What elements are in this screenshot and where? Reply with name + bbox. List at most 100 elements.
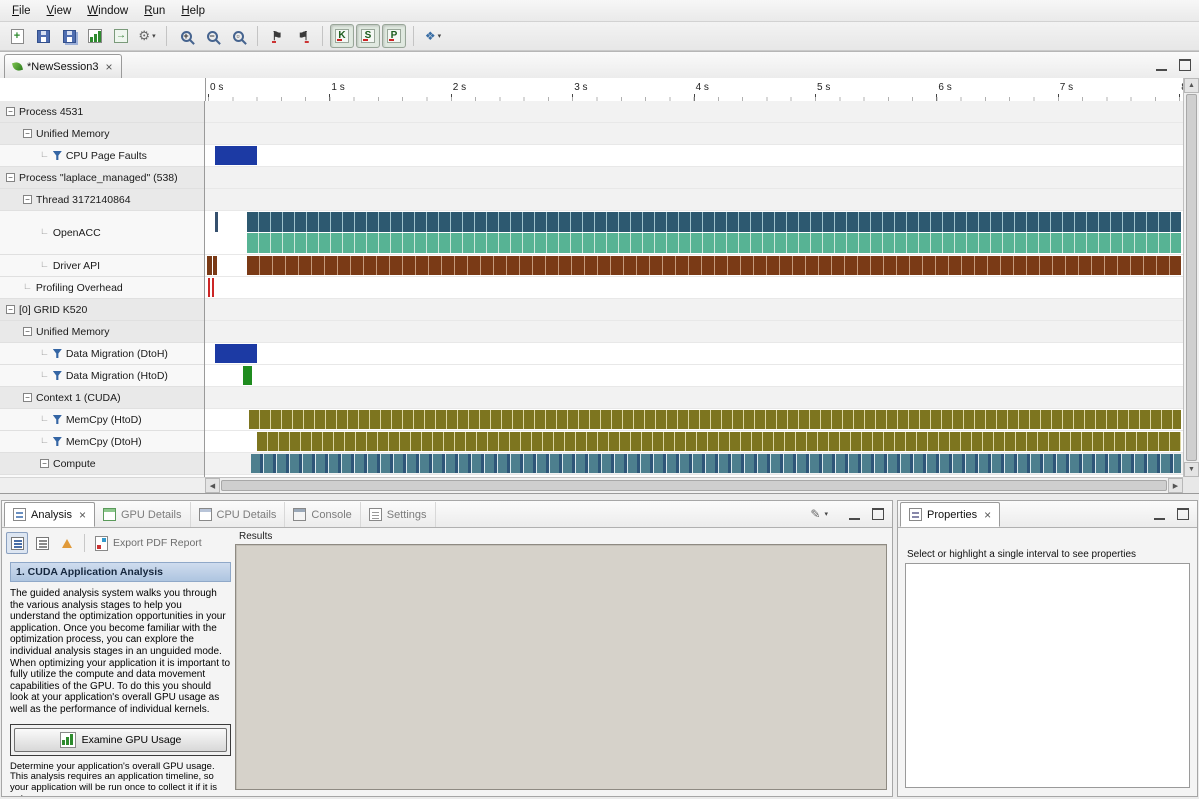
- timeline-bar[interactable]: [257, 432, 1181, 451]
- row-label-cpu-page-faults[interactable]: ∟CPU Page Faults: [0, 145, 204, 167]
- menu-run[interactable]: Run: [136, 3, 173, 19]
- track-memcpy-dtoh[interactable]: [205, 431, 1183, 453]
- row-label-context-1-cuda[interactable]: −Context 1 (CUDA): [0, 387, 204, 409]
- filter-icon[interactable]: [53, 371, 62, 380]
- row-label-driver-api[interactable]: ∟Driver API: [0, 255, 204, 277]
- new-session-icon[interactable]: +: [5, 24, 29, 48]
- row-label-data-migration-dtoh[interactable]: ∟Data Migration (DtoH): [0, 343, 204, 365]
- menu-view[interactable]: View: [39, 3, 80, 19]
- track-process-4531[interactable]: [205, 101, 1183, 123]
- timeline-bar[interactable]: [213, 256, 218, 275]
- export-timeline-icon[interactable]: →: [109, 24, 133, 48]
- examine-gpu-usage-button[interactable]: Examine GPU Usage: [14, 728, 227, 752]
- maximize-icon[interactable]: [1177, 508, 1189, 520]
- horizontal-scroll-thumb[interactable]: [221, 480, 1167, 491]
- track-thread-3172140864[interactable]: [205, 189, 1183, 211]
- row-label-profiling-overhead[interactable]: ∟Profiling Overhead: [0, 277, 204, 299]
- analysis-menu-icon[interactable]: ❖▾: [421, 24, 445, 48]
- tab-properties[interactable]: Properties ×: [900, 502, 1000, 527]
- tab-session[interactable]: *NewSession3 ×: [4, 54, 122, 78]
- timeline-bar[interactable]: [249, 410, 1180, 429]
- track-profiling-overhead[interactable]: [205, 277, 1183, 299]
- scroll-right-icon[interactable]: ▶: [1168, 478, 1183, 493]
- timeline-bar[interactable]: [215, 146, 256, 165]
- stream-toggle-icon[interactable]: S: [356, 24, 380, 48]
- row-label-process-4531[interactable]: −Process 4531: [0, 101, 204, 123]
- timeline-bar[interactable]: [207, 256, 212, 275]
- timeline-bar[interactable]: [215, 344, 256, 363]
- row-label-data-migration-htod[interactable]: ∟Data Migration (HtoD): [0, 365, 204, 387]
- timeline-bar[interactable]: [247, 233, 1181, 253]
- row-label-unified-memory[interactable]: −Unified Memory: [0, 123, 204, 145]
- close-icon[interactable]: ×: [79, 510, 86, 520]
- timeline-bar[interactable]: [247, 256, 1181, 275]
- scroll-left-icon[interactable]: ◀: [205, 478, 220, 493]
- filter-icon[interactable]: [53, 349, 62, 358]
- zoom-in-icon[interactable]: +: [174, 24, 198, 48]
- track-0-grid-k520[interactable]: [205, 299, 1183, 321]
- marker-back-icon[interactable]: ⚑: [291, 24, 315, 48]
- profile-chart-icon[interactable]: [83, 24, 107, 48]
- track-context-1-cuda[interactable]: [205, 387, 1183, 409]
- timeline-bar[interactable]: [251, 454, 1181, 473]
- settings-menu-icon[interactable]: ⚙▾: [135, 24, 159, 48]
- track-unified-memory[interactable]: [205, 123, 1183, 145]
- row-label-memcpy-htod[interactable]: ∟MemCpy (HtoD): [0, 409, 204, 431]
- guided-analysis-button[interactable]: [6, 532, 28, 554]
- maximize-icon[interactable]: [1179, 59, 1191, 71]
- row-label-unified-memory[interactable]: −Unified Memory: [0, 321, 204, 343]
- row-label-compute[interactable]: −Compute: [0, 453, 204, 475]
- tab-gpu-details[interactable]: GPU Details: [95, 502, 191, 527]
- vertical-scrollbar[interactable]: ▲ ▼: [1183, 78, 1199, 477]
- promote-analysis-button[interactable]: [56, 532, 78, 554]
- row-label-process-laplace-managed-538[interactable]: −Process "laplace_managed" (538): [0, 167, 204, 189]
- timeline-bar[interactable]: [215, 212, 217, 232]
- export-pdf-button[interactable]: Export PDF Report: [91, 534, 206, 553]
- kernel-toggle-icon[interactable]: K: [330, 24, 354, 48]
- menu-help[interactable]: Help: [173, 3, 213, 19]
- collapse-icon[interactable]: −: [6, 305, 15, 314]
- filter-icon[interactable]: [53, 151, 62, 160]
- track-data-migration-dtoh[interactable]: [205, 343, 1183, 365]
- view-menu-button[interactable]: ✎ ▾: [810, 507, 828, 521]
- row-label-openacc[interactable]: ∟OpenACC: [0, 211, 204, 255]
- maximize-icon[interactable]: [872, 508, 884, 520]
- tab-settings[interactable]: Settings: [361, 502, 436, 527]
- close-icon[interactable]: ×: [984, 510, 991, 520]
- row-label-0-grid-k520[interactable]: −[0] GRID K520: [0, 299, 204, 321]
- collapse-icon[interactable]: −: [40, 459, 49, 468]
- close-icon[interactable]: ×: [106, 62, 113, 72]
- filter-icon[interactable]: [53, 437, 62, 446]
- collapse-icon[interactable]: −: [23, 393, 32, 402]
- minimize-icon[interactable]: [1156, 60, 1167, 71]
- track-data-migration-htod[interactable]: [205, 365, 1183, 387]
- timeline-bar[interactable]: [208, 278, 210, 297]
- collapse-icon[interactable]: −: [6, 173, 15, 182]
- minimize-icon[interactable]: [849, 509, 860, 520]
- track-openacc[interactable]: [205, 211, 1183, 255]
- vertical-scroll-thumb[interactable]: [1186, 94, 1197, 461]
- process-toggle-icon[interactable]: P: [382, 24, 406, 48]
- track-memcpy-htod[interactable]: [205, 409, 1183, 431]
- save-all-icon[interactable]: [57, 24, 81, 48]
- unguided-analysis-button[interactable]: [31, 532, 53, 554]
- track-cpu-page-faults[interactable]: [205, 145, 1183, 167]
- timeline-bar[interactable]: [212, 278, 214, 297]
- horizontal-scrollbar[interactable]: ◀ ▶: [205, 477, 1183, 493]
- collapse-icon[interactable]: −: [6, 107, 15, 116]
- timeline-bar[interactable]: [243, 366, 251, 385]
- menu-file[interactable]: File: [4, 3, 39, 19]
- save-icon[interactable]: [31, 24, 55, 48]
- row-label-memcpy-dtoh[interactable]: ∟MemCpy (DtoH): [0, 431, 204, 453]
- marker-forward-icon[interactable]: ⚑: [265, 24, 289, 48]
- minimize-icon[interactable]: [1154, 509, 1165, 520]
- timeline-bar[interactable]: [247, 212, 1181, 232]
- track-driver-api[interactable]: [205, 255, 1183, 277]
- track-process-laplace-managed-538[interactable]: [205, 167, 1183, 189]
- menu-window[interactable]: Window: [79, 3, 136, 19]
- track-compute[interactable]: [205, 453, 1183, 475]
- zoom-out-icon[interactable]: −: [200, 24, 224, 48]
- collapse-icon[interactable]: −: [23, 327, 32, 336]
- scroll-up-icon[interactable]: ▲: [1184, 78, 1199, 93]
- scroll-down-icon[interactable]: ▼: [1184, 462, 1199, 477]
